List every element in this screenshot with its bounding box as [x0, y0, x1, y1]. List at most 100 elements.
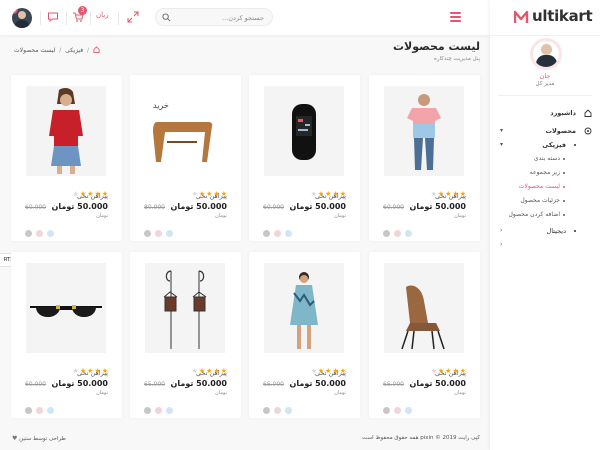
product-image[interactable]: خرید — [145, 86, 225, 176]
color-swatch[interactable] — [383, 407, 390, 414]
product-price: 50.000 تومان — [170, 202, 227, 211]
color-swatch[interactable] — [25, 407, 32, 414]
product-old-price: 60.000 — [25, 381, 46, 388]
home-icon — [584, 109, 592, 117]
color-swatch[interactable] — [285, 230, 292, 237]
profile-avatar[interactable] — [530, 38, 562, 70]
sidebar-item-products[interactable]: محصولات ▾ — [490, 124, 600, 138]
chevron-left-icon: ‹ — [500, 241, 503, 248]
product-name[interactable]: پیراهن نخی — [435, 369, 466, 377]
color-swatch[interactable] — [155, 407, 162, 414]
product-card[interactable]: ★★★★★ پیراهن نخی 50.000 تومان 60.000 توم… — [369, 75, 480, 241]
product-card[interactable]: ★★★★★ پیراهن نخی 50.000 تومان 65.000 توم… — [249, 252, 360, 418]
product-image[interactable] — [26, 263, 106, 353]
sidebar-item-label: فیزیکی — [542, 141, 566, 149]
sidebar-item-add-product[interactable]: اضافه کردن محصول — [490, 208, 600, 222]
color-swatch[interactable] — [274, 407, 281, 414]
color-swatches — [263, 222, 296, 237]
product-card[interactable]: ★★★★★ پیراهن نخی 50.000 تومان 65.000 توم… — [130, 252, 241, 418]
sidebar-item-physical[interactable]: فیزیکی ▾ — [490, 138, 600, 152]
product-currency: تومان — [334, 213, 346, 219]
language-selector[interactable]: زبان — [96, 11, 109, 19]
product-currency: تومان — [215, 390, 227, 396]
color-swatch[interactable] — [155, 230, 162, 237]
logo-mark-icon — [514, 10, 529, 23]
product-image[interactable] — [384, 86, 464, 176]
product-image[interactable] — [26, 86, 106, 176]
color-swatch[interactable] — [405, 230, 412, 237]
message-icon[interactable] — [45, 9, 61, 25]
sidebar-item-dashboard[interactable]: داشبورد — [490, 106, 600, 120]
color-swatch[interactable] — [166, 407, 173, 414]
breadcrumb-item-physical[interactable]: فیزیکی — [65, 47, 83, 54]
search-icon[interactable] — [162, 13, 171, 22]
color-swatch[interactable] — [383, 230, 390, 237]
color-swatch[interactable] — [47, 230, 54, 237]
product-name[interactable]: پیراهن نخی — [315, 192, 346, 200]
color-swatch[interactable] — [144, 230, 151, 237]
color-swatch[interactable] — [25, 230, 32, 237]
color-swatch[interactable] — [47, 407, 54, 414]
product-image[interactable] — [384, 263, 464, 353]
product-name[interactable]: پیراهن نخی — [77, 192, 108, 200]
product-old-price: 60.000 — [263, 204, 284, 211]
product-image[interactable] — [264, 86, 344, 176]
sidebar-menu: داشبورد محصولات ▾ فیزیکی ▾ دسته بندی زیر… — [490, 106, 600, 250]
color-swatch[interactable] — [36, 407, 43, 414]
product-price: 50.000 تومان — [289, 202, 346, 211]
color-swatch[interactable] — [274, 230, 281, 237]
color-swatch[interactable] — [263, 230, 270, 237]
sidebar-item-product-list[interactable]: لیست محصولات — [490, 180, 600, 194]
product-price: 50.000 تومان — [409, 202, 466, 211]
sidebar-item-label: لیست محصولات — [518, 183, 560, 190]
product-old-price: 65.000 — [263, 381, 284, 388]
sidebar-item-sub-category[interactable]: زیر مجموعه — [490, 166, 600, 180]
footer-credit-text: طراحی توسط ستین — [19, 436, 66, 442]
product-name[interactable]: پیراهن نخی — [315, 369, 346, 377]
color-swatch[interactable] — [166, 230, 173, 237]
product-card[interactable]: ★★★★★ پیراهن نخی 50.000 تومان 60.000 توم… — [11, 252, 122, 418]
header-avatar[interactable] — [12, 8, 32, 28]
home-icon[interactable] — [93, 46, 100, 53]
sidebar-divider — [490, 35, 600, 36]
product-card[interactable]: ★★★★★ پیراهن نخی 50.000 تومان 65.000 توم… — [369, 252, 480, 418]
product-image[interactable] — [264, 263, 344, 353]
product-name[interactable]: پیراهن نخی — [196, 192, 227, 200]
product-currency: تومان — [334, 390, 346, 396]
star-rating: ★★★★★ — [310, 367, 346, 375]
sidebar-item-digital[interactable]: دیجیتال ‹ — [490, 224, 600, 238]
hamburger-icon[interactable] — [450, 12, 461, 22]
bullet-icon — [574, 144, 576, 146]
color-swatch[interactable] — [144, 407, 151, 414]
product-image[interactable] — [145, 263, 225, 353]
cart-icon[interactable]: 3 — [70, 6, 87, 25]
product-price: 50.000 تومان — [170, 379, 227, 388]
product-card[interactable]: ★★★★★ پیراهن نخی 50.000 تومان 60.000 توم… — [249, 75, 360, 241]
maximize-icon[interactable] — [125, 9, 141, 25]
sidebar-item-product-detail[interactable]: جزئیات محصول — [490, 194, 600, 208]
product-currency: تومان — [215, 213, 227, 219]
color-swatch[interactable] — [285, 407, 292, 414]
sidebar-item-category[interactable]: دسته بندی — [490, 152, 600, 166]
bullet-icon — [574, 230, 576, 232]
product-card[interactable]: ★★★★★ پیراهن نخی 50.000 تومان 60.000 توم… — [11, 75, 122, 241]
star-rating: ★★★★★ — [191, 190, 227, 198]
color-swatch[interactable] — [394, 230, 401, 237]
color-swatch[interactable] — [405, 407, 412, 414]
sidebar-item-collapsed[interactable]: ‹ — [490, 238, 600, 250]
bullet-icon — [563, 200, 565, 202]
product-old-price: 80.000 — [144, 204, 165, 211]
star-rating: ★★★★★ — [72, 367, 108, 375]
brand-logo[interactable]: ultikart — [512, 7, 600, 27]
product-card[interactable]: خرید ★★★★★ پیراهن نخی 50.000 تومان 80.00… — [130, 75, 241, 241]
color-swatch[interactable] — [263, 407, 270, 414]
color-swatches — [383, 222, 416, 237]
product-name[interactable]: پیراهن نخی — [435, 192, 466, 200]
color-swatch[interactable] — [394, 407, 401, 414]
product-name[interactable]: پیراهن نخی — [77, 369, 108, 377]
chevron-down-icon: ▾ — [500, 141, 504, 148]
color-swatch[interactable] — [36, 230, 43, 237]
product-price: 50.000 تومان — [51, 202, 108, 211]
product-name[interactable]: پیراهن نخی — [196, 369, 227, 377]
search-input[interactable] — [176, 12, 264, 23]
